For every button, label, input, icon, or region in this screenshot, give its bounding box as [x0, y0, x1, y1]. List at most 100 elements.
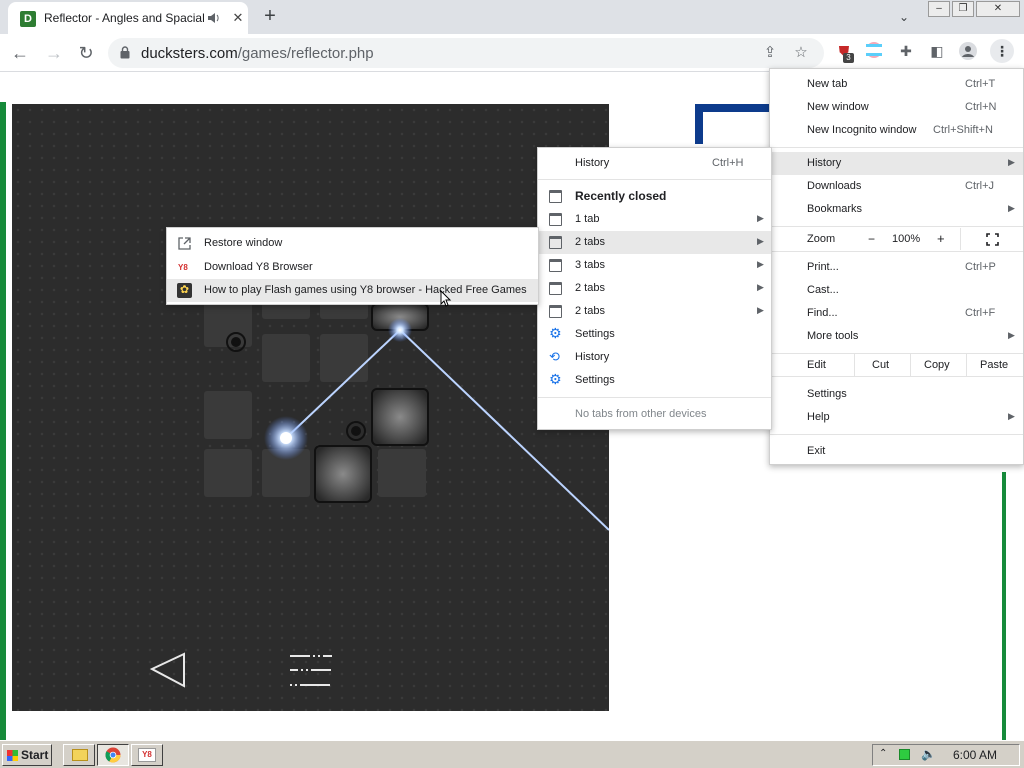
back-icon[interactable]: ← [8, 41, 32, 65]
restore-button[interactable]: ❐ [952, 1, 974, 17]
speaker-icon[interactable] [207, 11, 221, 25]
settings-gear-icon: ⚙ [549, 371, 562, 387]
menu-separator [770, 434, 1023, 435]
system-tray: ⌃ 🔈 6:00 AM [872, 744, 1020, 766]
recent-item[interactable]: 2 tabs ▶ [538, 231, 771, 254]
chevron-right-icon: ▶ [1008, 411, 1015, 421]
url-text[interactable]: ducksters.com/games/reflector.php [141, 45, 374, 62]
tab-close-icon[interactable]: ✕ [230, 10, 246, 26]
tab-title: Reflector - Angles and Spacial Logic [44, 11, 204, 25]
lock-icon[interactable] [120, 46, 130, 59]
zoom-out-button[interactable]: − [868, 232, 875, 246]
forward-icon[interactable]: → [42, 41, 66, 65]
close-window-button[interactable]: ✕ [976, 1, 1020, 17]
menu-item-new-tab[interactable]: New tab Ctrl+T [770, 73, 1023, 96]
menu-separator [770, 147, 1023, 148]
chevron-right-icon: ▶ [757, 305, 764, 315]
recent-item[interactable]: 1 tab ▶ [538, 208, 771, 231]
flash-games-item[interactable]: ✿ How to play Flash games using Y8 brows… [167, 279, 538, 302]
extensions-puzzle-icon[interactable]: ✚ [896, 41, 916, 61]
recently-closed-header: Recently closed [538, 185, 771, 208]
menu-item-find[interactable]: Find... Ctrl+F [770, 302, 1023, 325]
window-icon [549, 190, 562, 203]
tabs-submenu: Restore window Y8 Download Y8 Browser ✿ … [166, 227, 539, 305]
chevron-right-icon: ▶ [1008, 330, 1015, 340]
y8-icon: Y8 [178, 263, 188, 272]
bookmark-star-icon[interactable]: ☆ [791, 43, 811, 63]
zoom-level: 100% [892, 233, 921, 245]
recent-item[interactable]: 2 tabs ▶ [538, 300, 771, 323]
chevron-right-icon: ▶ [1008, 203, 1015, 213]
menu-item-settings[interactable]: Settings [770, 383, 1023, 406]
chrome-menu-icon[interactable]: ⋮ [990, 39, 1014, 63]
menu-item-bookmarks[interactable]: Bookmarks ▶ [770, 198, 1023, 221]
menu-item-new-incognito[interactable]: New Incognito window Ctrl+Shift+N [770, 119, 1023, 142]
menu-item-more-tools[interactable]: More tools ▶ [770, 325, 1023, 348]
window-icon [549, 236, 562, 249]
share-icon[interactable]: ⇪ [760, 43, 780, 63]
recent-item[interactable]: ⚙ Settings [538, 369, 771, 392]
chrome-main-menu: New tab Ctrl+T New window Ctrl+N New Incog… [769, 68, 1024, 465]
history-submenu: History Ctrl+H Recently closed 1 tab ▶ 2 t… [537, 147, 772, 430]
recent-item[interactable]: 2 tabs ▶ [538, 277, 771, 300]
profile-avatar-icon[interactable] [958, 41, 978, 61]
y8-icon: Y8 [138, 748, 156, 762]
start-button[interactable]: Start [2, 744, 52, 766]
reload-icon[interactable]: ↻ [74, 41, 98, 65]
game-favicon-icon: ✿ [177, 283, 192, 298]
menu-item-help[interactable]: Help ▶ [770, 406, 1023, 429]
chevron-right-icon: ▶ [757, 282, 764, 292]
windows-taskbar: Start Y8 ⌃ 🔈 6:00 AM [0, 740, 1024, 768]
minimize-button[interactable]: – [928, 1, 950, 17]
reflector-game-canvas[interactable] [12, 104, 610, 711]
menu-item-new-window[interactable]: New window Ctrl+N [770, 96, 1023, 119]
zoom-divider [960, 228, 961, 250]
menu-item-cast[interactable]: Cast... [770, 279, 1023, 302]
address-bar[interactable]: ducksters.com/games/reflector.php ⇪ ☆ [108, 38, 824, 68]
restore-window-item[interactable]: Restore window [167, 232, 538, 255]
cut-button[interactable]: Cut [872, 359, 889, 371]
side-panel-icon[interactable]: ◧ [927, 41, 947, 61]
copy-button[interactable]: Copy [924, 359, 950, 371]
extension-badge: 3 [843, 53, 854, 63]
windows-logo-icon [7, 750, 18, 761]
menu-item-downloads[interactable]: Downloads Ctrl+J [770, 175, 1023, 198]
volume-icon[interactable]: 🔈 [921, 747, 936, 761]
edit-row: Edit Cut Copy Paste [770, 354, 1023, 376]
paste-button[interactable]: Paste [980, 359, 1008, 371]
menu-item-history[interactable]: History ▶ [770, 152, 1023, 175]
download-y8-item[interactable]: Y8 Download Y8 Browser [167, 256, 538, 279]
new-tab-button[interactable]: + [258, 5, 282, 29]
window-icon [549, 282, 562, 295]
window-icon [549, 305, 562, 318]
taskbar-folder-app[interactable] [63, 744, 95, 766]
window-icon [549, 259, 562, 272]
recent-item[interactable]: ⚙ Settings [538, 323, 771, 346]
window-controls: – ❐ ✕ [928, 1, 1020, 17]
edit-divider [966, 354, 967, 376]
chevron-right-icon: ▶ [757, 236, 764, 246]
taskbar-y8-app[interactable]: Y8 [131, 744, 163, 766]
browser-tab[interactable]: D Reflector - Angles and Spacial Logic ✕ [8, 2, 248, 34]
zoom-in-button[interactable]: + [937, 231, 945, 246]
pride-extension-icon[interactable] [864, 41, 884, 61]
menu-separator [770, 251, 1023, 252]
taskbar-chrome-app[interactable] [97, 744, 129, 766]
taskbar-clock[interactable]: 6:00 AM [953, 748, 997, 762]
history-clock-icon: ⟲ [549, 349, 560, 364]
folder-icon [72, 749, 88, 761]
chrome-icon [105, 747, 121, 763]
menu-separator [770, 226, 1023, 227]
chevron-right-icon: ▶ [757, 259, 764, 269]
history-menu-item-history[interactable]: History Ctrl+H [538, 152, 771, 175]
menu-item-exit[interactable]: Exit [770, 440, 1023, 463]
network-icon[interactable] [899, 749, 910, 760]
edit-divider [910, 354, 911, 376]
tray-expand-icon[interactable]: ⌃ [879, 748, 887, 759]
recent-item[interactable]: ⟲ History [538, 346, 771, 369]
menu-item-print[interactable]: Print... Ctrl+P [770, 256, 1023, 279]
recent-item[interactable]: 3 tabs ▶ [538, 254, 771, 277]
chevron-right-icon: ▶ [1008, 157, 1015, 167]
fullscreen-icon[interactable] [986, 233, 999, 246]
tab-search-icon[interactable]: ⌄ [894, 7, 914, 27]
